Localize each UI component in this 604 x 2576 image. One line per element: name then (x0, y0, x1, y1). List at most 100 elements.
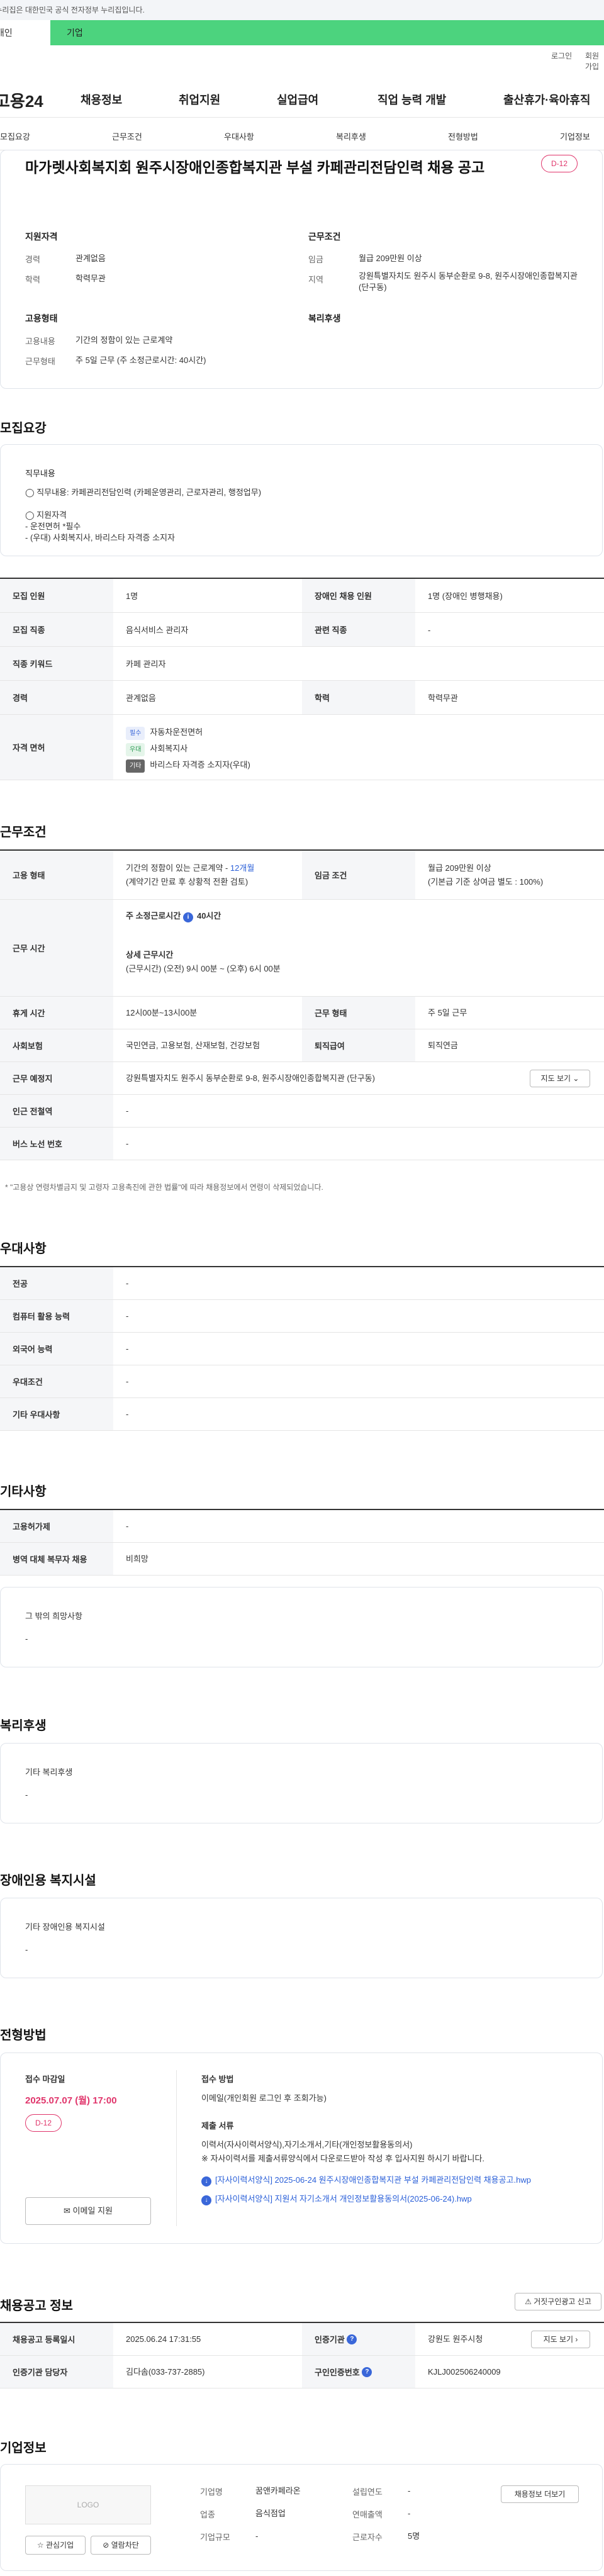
attachment-name: [자사이력서양식] 지원서 자기소개서 개인정보활용동의서(2025-06-24… (215, 2194, 472, 2204)
summary-welfare-title: 복리후생 (308, 313, 341, 323)
table-cell: - (126, 1279, 129, 1288)
table-header-cell: 근무 시간 (0, 900, 113, 996)
anchor-apply[interactable]: 전형방법 (448, 130, 478, 142)
anchor-pref[interactable]: 우대사항 (224, 130, 254, 142)
gov-notice-text: 이 누리집은 대한민국 공식 전자정부 누리집입니다. (0, 6, 145, 14)
company-field-key: 설립연도 (352, 2487, 383, 2497)
anchor-company[interactable]: 기업정보 (560, 130, 590, 142)
table-cell: - (126, 1106, 129, 1116)
report-ad-button[interactable]: ⚠ 거짓구인광고 신고 (515, 2293, 601, 2310)
gnb-menu-leave[interactable]: 출산휴가·육아휴직 (503, 91, 590, 108)
email-apply-label: 이메일 지원 (72, 2206, 113, 2215)
etc-table: 고용허가제 - 병역 대체 복무자 채용 비희망 (0, 1509, 604, 1576)
section-title-apply: 전형방법 (0, 2029, 47, 2042)
table-row: 경력 관계없음 학력 학력무관 (0, 681, 604, 715)
table-header-cell: 경력 (0, 681, 113, 714)
table-header-label: 인증기관 (315, 2335, 345, 2344)
table-header-cell: 인근 전철역 (0, 1095, 113, 1127)
table-row: 인근 전철역 - (0, 1095, 604, 1128)
table-header-cell: 우대조건 (0, 1365, 113, 1397)
recruit-table: 모집 인원 1명 장애인 채용 인원 1명 (장애인 병행채용) 모집 직종 음… (0, 578, 604, 780)
table-row: 전공 - (0, 1267, 604, 1300)
etc-wish-box (0, 1587, 603, 1667)
table-row: 버스 노선 번호 - (0, 1128, 604, 1160)
table-header-cell: 자격 면허 (0, 715, 113, 780)
docs-value: 이력서(자사이력서양식),자기소개서,기타(개인정보활용동의서) (201, 2140, 413, 2149)
table-cell: (근무시간) (오전) 9시 00분 ~ (오후) 6시 00분 (126, 964, 281, 973)
chevron-down-icon: ⌄ (573, 1074, 579, 1083)
section-title-welfare: 복리후생 (0, 1719, 47, 1733)
star-icon: ☆ (36, 2541, 44, 2550)
table-cell: 상세 근무시간 (126, 950, 174, 960)
disab-title: 기타 장애인용 복지시설 (25, 1922, 105, 1932)
table-cell: 김다솜(033-737-2885) (126, 2367, 205, 2377)
help-icon[interactable]: ? (362, 2366, 372, 2377)
summary-qual-value: 학력무관 (76, 274, 106, 283)
login-link[interactable]: 로그인 (551, 50, 572, 61)
duty-text: ◯ 직무내용: 카페관리전담인력 (카페운영관리, 근로자관리, 행정업무) (25, 488, 262, 497)
table-cell: - (126, 1311, 129, 1321)
table-cell: - (126, 1139, 129, 1148)
table-cell: - (126, 1377, 129, 1386)
org-map-button[interactable]: 지도 보기 › (531, 2331, 590, 2348)
report-ad-label: 거짓구인광고 신고 (534, 2297, 591, 2306)
table-header-cell: 채용공고 등록일시 (0, 2323, 113, 2355)
table-row: 직종 키워드 카페 관리자 (0, 647, 604, 681)
welfare-title: 기타 복리후생 (25, 1767, 73, 1777)
license-item: 우대 사회복지사 (126, 742, 187, 756)
table-header-cell: 전공 (0, 1267, 113, 1299)
table-cell: 학력무관 (428, 693, 458, 703)
section-title-info: 채용공고 정보 (0, 2299, 73, 2313)
table-cell: - (126, 1521, 129, 1531)
block-icon: ⊘ (103, 2541, 109, 2550)
attachment-link[interactable]: ↓ [자사이력서양식] 2025-06-24 원주시장애인종합복지관 부설 카페관… (201, 2175, 531, 2187)
summary-emp-title: 고용형태 (25, 313, 58, 323)
favorite-company-button[interactable]: ☆ 관심기업 (25, 2536, 86, 2555)
section-title-pref: 우대사항 (0, 1242, 47, 1256)
anchor-work[interactable]: 근무조건 (112, 130, 142, 142)
tab-individual[interactable]: 개인 (0, 20, 50, 45)
company-field-value: 꿈앤카페라온 (255, 2486, 301, 2495)
docs-label: 제출 서류 (201, 2121, 234, 2131)
table-header-cell: 버스 노선 번호 (0, 1128, 113, 1160)
summary-cond-title: 근무조건 (308, 232, 341, 242)
summary-emp-value: 기간의 정함이 있는 근로계약 (76, 335, 173, 345)
company-field-key: 업종 (200, 2510, 215, 2519)
join-link[interactable]: 회원가입 (585, 50, 604, 72)
table-header-cell: 장애인 채용 인원 (302, 579, 415, 612)
summary-cond-value: 월급 209만원 이상 (359, 254, 422, 263)
welfare-value: - (25, 1790, 28, 1800)
gnb-menu-training[interactable]: 직업 능력 개발 (378, 91, 446, 108)
user-type-tabs: 개인 기업 (0, 20, 604, 45)
table-cell: - (428, 625, 431, 635)
help-icon[interactable]: ? (347, 2334, 357, 2344)
tab-business[interactable]: 기업 (50, 20, 604, 45)
table-header-cell: 관련 직종 (302, 613, 415, 646)
summary-qual-value: 관계없음 (76, 254, 106, 263)
section-title-work: 근무조건 (0, 826, 47, 839)
table-header-cell: 근무 형태 (302, 997, 415, 1029)
gnb-menu-support[interactable]: 취업지원 (179, 91, 220, 108)
block-view-button[interactable]: ⊘ 열람차단 (91, 2536, 151, 2555)
gnb-menu-unemployment[interactable]: 실업급여 (277, 91, 318, 108)
gnb-menu-jobs[interactable]: 채용정보 (81, 91, 122, 108)
summary-cond-key: 지역 (308, 275, 323, 284)
disab-value: - (25, 1945, 28, 1954)
info-icon[interactable]: i (182, 912, 193, 922)
table-cell: 2025.06.24 17:31:55 (126, 2334, 201, 2344)
pref-table: 전공 - 컴퓨터 활용 능력 - 외국어 능력 - 우대조건 - 기타 우대사항 - (0, 1266, 604, 1431)
table-cell: 카페 관리자 (126, 659, 166, 669)
email-apply-button[interactable]: ✉ 이메일 지원 (25, 2197, 151, 2225)
section-title-recruit: 모집요강 (0, 422, 47, 435)
table-cell: - (126, 1344, 129, 1353)
anchor-recruit[interactable]: 모집요강 (0, 130, 30, 142)
favorite-label: 관심기업 (45, 2541, 74, 2550)
map-view-button[interactable]: 지도 보기 ⌄ (530, 1070, 590, 1087)
site-logo[interactable]: 고용24 (0, 89, 43, 112)
attachment-link[interactable]: ↓ [자사이력서양식] 지원서 자기소개서 개인정보활용동의서(2025-06-2… (201, 2193, 472, 2205)
table-cell: (기본급 기준 상여금 별도 : 100%) (428, 877, 544, 887)
company-jobs-button[interactable]: 채용정보 더보기 (501, 2485, 579, 2503)
weekly-hours: 40시간 (196, 911, 221, 921)
anchor-welfare[interactable]: 복리후생 (336, 130, 366, 142)
contract-months: 12개월 (230, 863, 255, 873)
